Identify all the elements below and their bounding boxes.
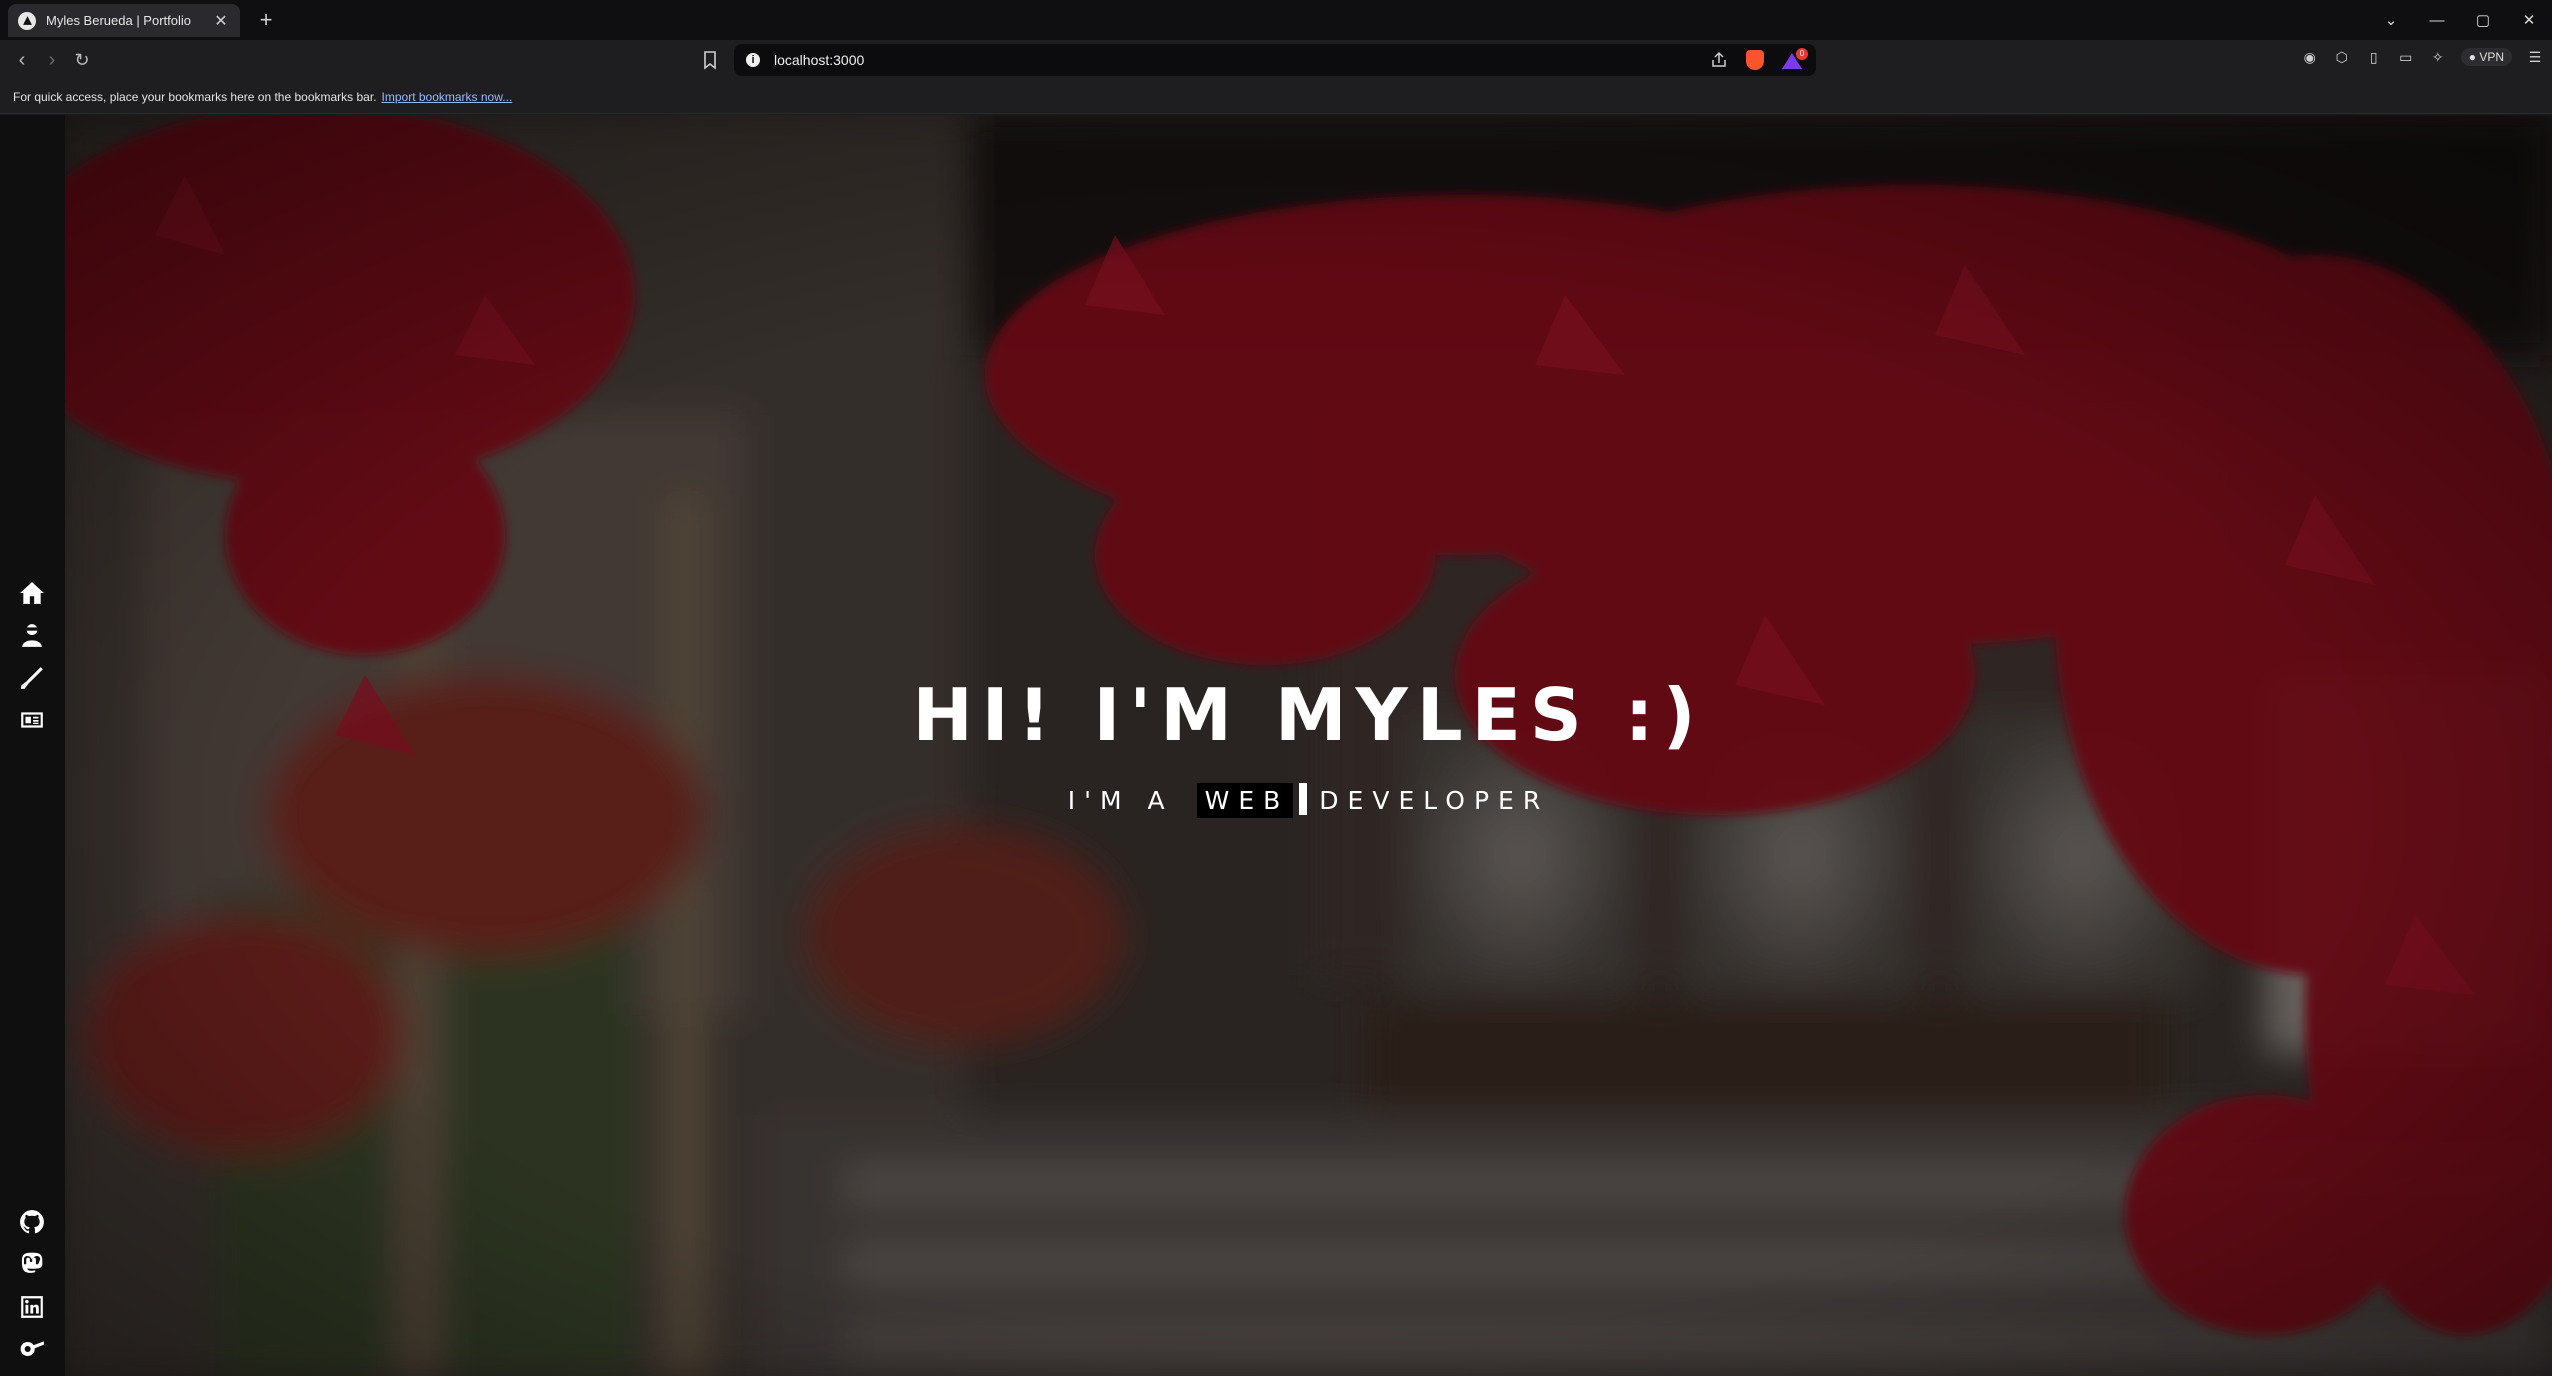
- typed-word: WEB: [1196, 783, 1294, 818]
- browser-toolbar: ‹ › ↻ i localhost:3000 0 ◉ ⬡ ▯ ▭ ✧ ● VPN…: [0, 40, 2552, 80]
- bookmark-page-icon[interactable]: [702, 50, 718, 70]
- linkedin-icon[interactable]: [17, 1292, 47, 1322]
- subline-suffix: DEVELOPER: [1319, 786, 1550, 815]
- sidebar: [0, 115, 65, 1376]
- vpn-button[interactable]: ● VPN: [2460, 48, 2512, 66]
- bookmarks-bar: For quick access, place your bookmarks h…: [0, 80, 2552, 114]
- projects-icon[interactable]: [17, 705, 47, 735]
- address-bar[interactable]: i localhost:3000 0: [734, 44, 1816, 76]
- window-close-icon[interactable]: ✕: [2506, 11, 2552, 29]
- reload-icon[interactable]: ↻: [70, 48, 94, 72]
- forward-icon[interactable]: ›: [40, 48, 64, 72]
- url-text: localhost:3000: [774, 52, 865, 68]
- subline-prefix: I'M A: [1067, 786, 1174, 815]
- leo-ai-icon[interactable]: ◉: [2301, 48, 2319, 66]
- wallet-icon[interactable]: ▭: [2397, 48, 2415, 66]
- rewards-badge: 0: [1796, 48, 1808, 60]
- hero-content: HI! I'M MYLES :) I'M A WEB DEVELOPER: [65, 115, 2552, 1376]
- import-bookmarks-link[interactable]: Import bookmarks now...: [382, 90, 513, 104]
- hero-subline: I'M A WEB DEVELOPER: [65, 783, 2552, 818]
- about-icon[interactable]: [17, 620, 47, 650]
- page-viewport: HI! I'M MYLES :) I'M A WEB DEVELOPER: [0, 115, 2552, 1376]
- maximize-icon[interactable]: ▢: [2460, 11, 2506, 29]
- browser-tab[interactable]: Myles Berueda | Portfolio ✕: [8, 4, 240, 37]
- new-tab-button[interactable]: +: [254, 8, 278, 32]
- tab-close-icon[interactable]: ✕: [212, 11, 230, 31]
- leo-icon[interactable]: ✧: [2429, 48, 2447, 66]
- mastodon-icon[interactable]: [17, 1249, 47, 1279]
- skills-icon[interactable]: [17, 663, 47, 693]
- typing-cursor: [1299, 783, 1308, 815]
- bookmarks-hint: For quick access, place your bookmarks h…: [13, 89, 377, 104]
- sidebar-toggle-icon[interactable]: ▯: [2365, 48, 2383, 66]
- hero-section: HI! I'M MYLES :) I'M A WEB DEVELOPER: [65, 115, 2552, 1376]
- tab-search-icon[interactable]: ⌄: [2368, 11, 2414, 29]
- extensions-icon[interactable]: ⬡: [2333, 48, 2351, 66]
- home-icon[interactable]: [17, 578, 47, 608]
- hero-headline: HI! I'M MYLES :): [912, 673, 1705, 757]
- window-controls: ⌄ — ▢ ✕: [2368, 0, 2552, 40]
- minimize-icon[interactable]: —: [2414, 12, 2460, 29]
- tab-strip: Myles Berueda | Portfolio ✕ + ⌄ — ▢ ✕: [0, 0, 2552, 40]
- github-icon[interactable]: [17, 1207, 47, 1237]
- osu-icon[interactable]: [17, 1334, 47, 1364]
- brave-shields-icon[interactable]: [1746, 50, 1764, 70]
- site-info-icon[interactable]: i: [746, 53, 760, 67]
- brave-rewards-icon[interactable]: 0: [1782, 48, 1808, 70]
- back-icon[interactable]: ‹: [10, 48, 34, 72]
- site-favicon-icon: [18, 11, 36, 30]
- share-icon[interactable]: [1710, 51, 1728, 69]
- vpn-label: VPN: [2479, 50, 2504, 64]
- toolbar-right: ◉ ⬡ ▯ ▭ ✧ ● VPN ☰: [2301, 48, 2544, 66]
- tab-title: Myles Berueda | Portfolio: [46, 13, 191, 28]
- menu-icon[interactable]: ☰: [2526, 48, 2544, 66]
